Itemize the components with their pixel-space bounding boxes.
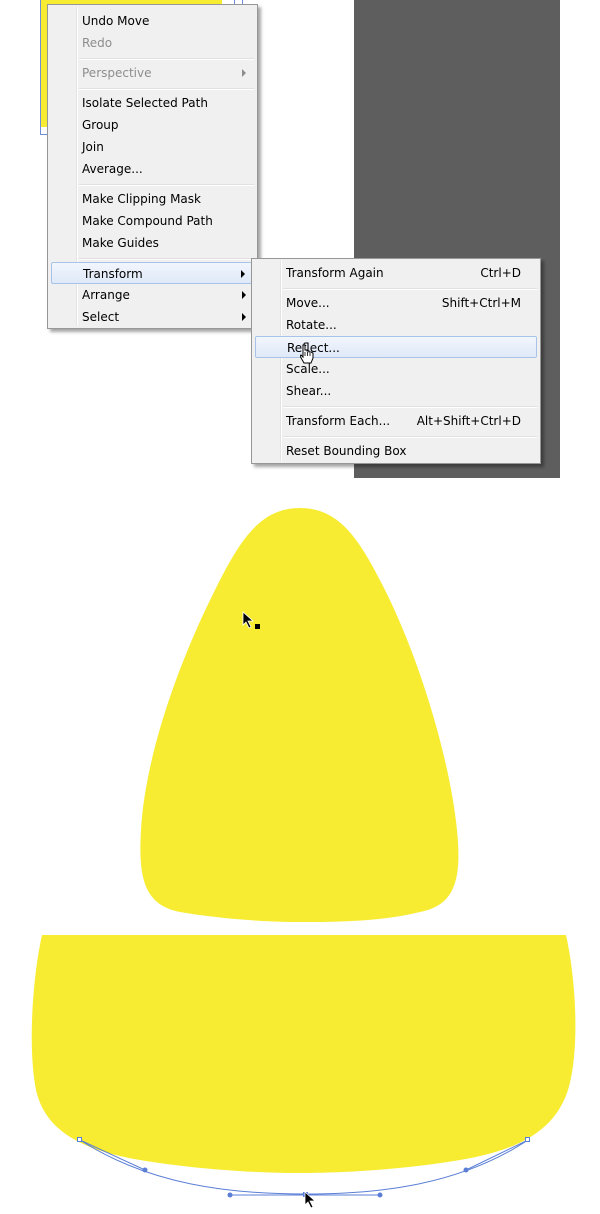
candy-corn-top-shape[interactable]	[140, 508, 459, 922]
menu-separator	[283, 436, 537, 438]
menu-item-label: Make Guides	[82, 236, 159, 250]
menu-item-label: Redo	[82, 36, 113, 50]
menu-item-group[interactable]: Group	[51, 114, 254, 136]
submenu-item-reset-bounding-box[interactable]: Reset Bounding Box	[255, 440, 537, 462]
submenu-arrow-icon	[242, 313, 246, 321]
menu-item-shortcut: Ctrl+D	[480, 266, 521, 280]
menu-item-label: Transform	[83, 267, 143, 281]
menu-item-label: Shear...	[286, 384, 332, 398]
menu-item-label: Group	[82, 118, 119, 132]
menu-item-shortcut: Shift+Ctrl+M	[441, 296, 521, 310]
menu-separator	[79, 88, 254, 90]
submenu-item-shear[interactable]: Shear...	[255, 380, 537, 402]
direct-selection-cursor-icon	[242, 611, 260, 629]
selection-cursor-icon	[304, 1191, 317, 1209]
submenu-arrow-icon	[242, 69, 246, 77]
menu-item-label: Make Compound Path	[82, 214, 213, 228]
menu-item-label: Move...	[286, 296, 330, 310]
menu-item-label: Arrange	[82, 288, 130, 302]
menu-item-label: Join	[82, 140, 104, 154]
menu-item-label: Select	[82, 310, 120, 324]
menu-separator	[283, 288, 537, 290]
menu-item-shortcut: Alt+Shift+Ctrl+D	[416, 414, 521, 428]
menu-item-label: Undo Move	[82, 14, 150, 28]
menu-item-label: Make Clipping Mask	[82, 192, 201, 206]
artwork-canvas	[31, 508, 576, 1198]
candy-corn-bottom-shape[interactable]	[31, 935, 576, 1173]
submenu-arrow-icon	[242, 291, 246, 299]
menu-separator	[79, 58, 254, 60]
submenu-item-move[interactable]: Move... Shift+Ctrl+M	[255, 292, 537, 314]
transform-submenu: Transform Again Ctrl+D Move... Shift+Ctrl+…	[251, 258, 541, 464]
menu-item-label: Transform Each...	[286, 414, 391, 428]
menu-item-label: Rotate...	[286, 318, 337, 332]
menu-separator	[79, 184, 254, 186]
menu-item-average[interactable]: Average...	[51, 158, 254, 180]
menu-item-make-guides[interactable]: Make Guides	[51, 232, 254, 254]
context-menu: Undo Move Redo Perspective Isolate Selec…	[47, 4, 258, 329]
submenu-item-reflect[interactable]: Reflect...	[255, 336, 537, 358]
menu-separator	[79, 258, 254, 260]
submenu-item-scale[interactable]: Scale...	[255, 358, 537, 380]
menu-item-select[interactable]: Select	[51, 306, 254, 328]
menu-item-make-clipping-mask[interactable]: Make Clipping Mask	[51, 188, 254, 210]
submenu-arrow-icon	[241, 270, 245, 278]
menu-item-label: Reset Bounding Box	[286, 444, 407, 458]
menu-item-perspective: Perspective	[51, 62, 254, 84]
submenu-item-rotate[interactable]: Rotate...	[255, 314, 537, 336]
menu-item-isolate-selected-path[interactable]: Isolate Selected Path	[51, 92, 254, 114]
hand-pointer-cursor-icon	[300, 344, 314, 364]
menu-item-transform[interactable]: Transform	[51, 262, 254, 284]
menu-item-label: Average...	[82, 162, 143, 176]
submenu-item-transform-each[interactable]: Transform Each... Alt+Shift+Ctrl+D	[255, 410, 537, 432]
submenu-item-transform-again[interactable]: Transform Again Ctrl+D	[255, 262, 537, 284]
menu-separator	[283, 406, 537, 408]
menu-item-join[interactable]: Join	[51, 136, 254, 158]
menu-item-label: Transform Again	[286, 266, 384, 280]
menu-item-label: Perspective	[82, 66, 152, 80]
menu-item-redo: Redo	[51, 32, 254, 54]
selection-edge	[40, 0, 41, 135]
menu-item-undo-move[interactable]: Undo Move	[51, 10, 254, 32]
menu-item-label: Isolate Selected Path	[82, 96, 208, 110]
menu-item-arrange[interactable]: Arrange	[51, 284, 254, 306]
menu-item-make-compound-path[interactable]: Make Compound Path	[51, 210, 254, 232]
